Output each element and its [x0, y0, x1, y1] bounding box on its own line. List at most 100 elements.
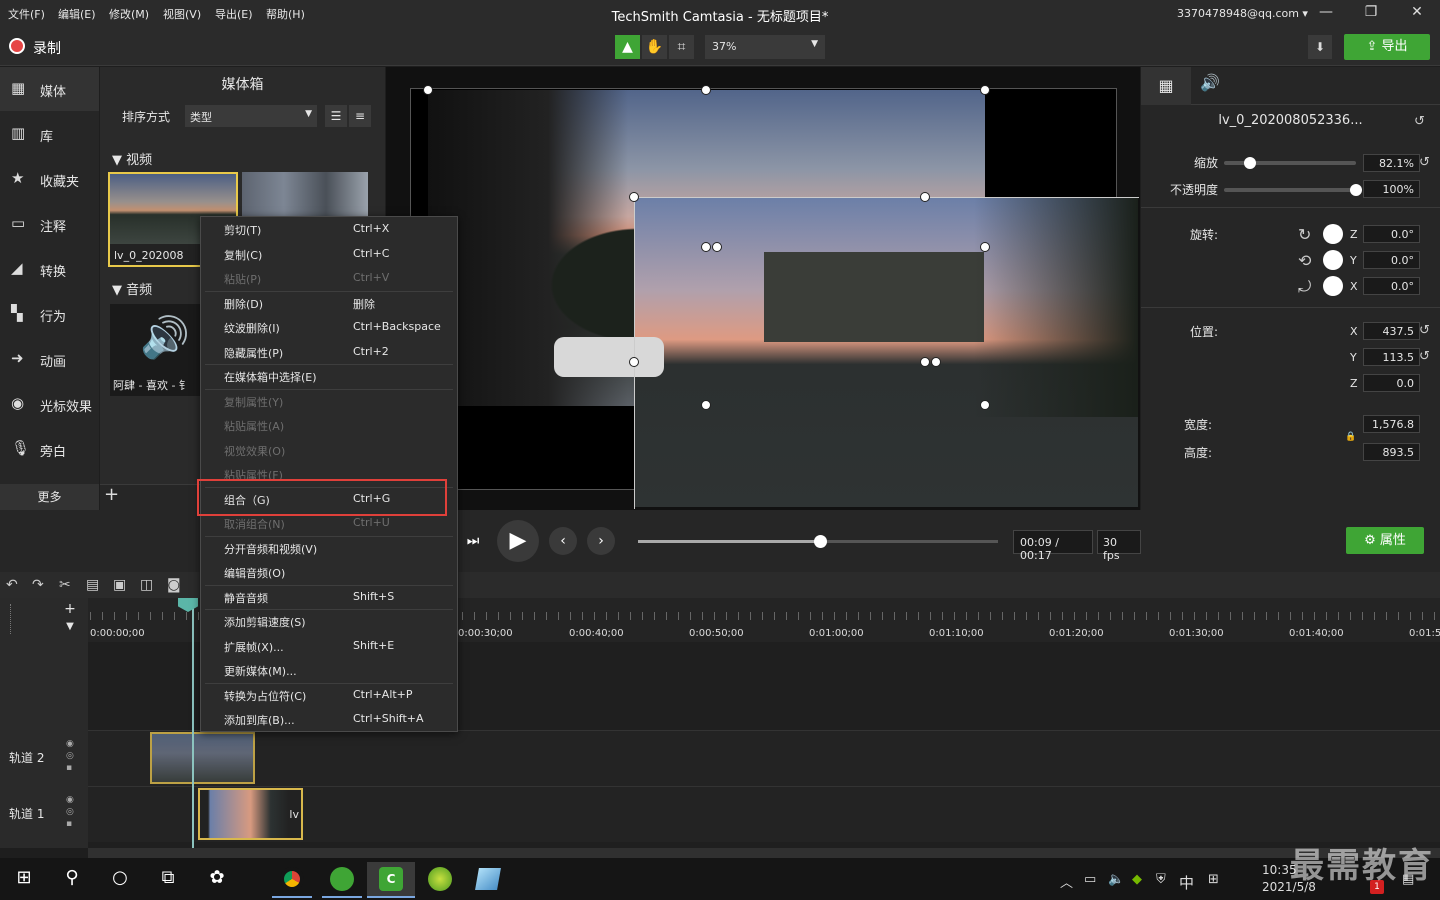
resize-handle[interactable] — [980, 242, 990, 252]
snapshot-icon[interactable]: ◙ — [167, 577, 181, 593]
timeline-scrollbar[interactable] — [88, 848, 1440, 858]
sidebar-item-media[interactable]: ▦ 媒体 — [0, 67, 99, 111]
context-menu-item[interactable]: 更新媒体(M)... — [201, 658, 457, 682]
app-icon[interactable] — [420, 862, 460, 898]
fps-display[interactable]: 30 fps — [1097, 530, 1141, 562]
nvidia-icon[interactable]: ◆ — [1132, 872, 1142, 887]
record-icon[interactable] — [9, 38, 25, 54]
export-button[interactable]: ⇪ 导出 — [1344, 34, 1430, 60]
search-icon[interactable]: ⚲ — [58, 867, 86, 888]
height-input[interactable]: 893.5 — [1363, 443, 1420, 461]
paste-icon[interactable]: ▣ — [113, 577, 126, 593]
close-button[interactable]: ✕ — [1407, 4, 1427, 24]
more-button[interactable]: 更多 — [0, 484, 99, 510]
opacity-slider-knob[interactable] — [1350, 184, 1362, 196]
audio-properties-icon[interactable]: 🔊 — [1200, 73, 1220, 92]
reset-icon[interactable]: ↺ — [1419, 323, 1430, 338]
video-section-header[interactable]: ▼ 视频 — [112, 149, 152, 168]
app-icon[interactable] — [468, 862, 508, 898]
account-menu[interactable]: 3370478948@qq.com ▾ — [1177, 7, 1308, 20]
rotation-x-dial[interactable] — [1323, 276, 1343, 296]
rotation-y-input[interactable]: 0.0° — [1363, 251, 1420, 269]
scale-input[interactable]: 82.1% — [1363, 154, 1420, 172]
sidebar-item-animations[interactable]: ➜ 动画 — [0, 337, 99, 381]
context-menu-item[interactable]: 隐藏属性(P) Ctrl+2 — [201, 340, 457, 364]
step-forward-icon[interactable]: ⏭ — [459, 527, 487, 555]
context-menu-item[interactable]: 纹波删除(I) Ctrl+Backspace — [201, 315, 457, 339]
keyboard-icon[interactable]: ⊞ — [1208, 872, 1219, 887]
resize-handle[interactable] — [701, 85, 711, 95]
context-menu-item[interactable]: 剪切(T) Ctrl+X — [201, 217, 457, 241]
sidebar-item-transitions[interactable]: ◢ 转换 — [0, 247, 99, 291]
position-y-input[interactable]: 113.5 — [1363, 348, 1420, 366]
lock-icon[interactable]: 🔒 — [1345, 432, 1356, 442]
reset-icon[interactable]: ↺ — [1419, 349, 1430, 364]
rotation-x-input[interactable]: 0.0° — [1363, 277, 1420, 295]
app-icon[interactable]: ✿ — [203, 867, 231, 888]
sidebar-item-annotations[interactable]: ▭ 注释 — [0, 202, 99, 246]
cut-icon[interactable]: ✂ — [59, 577, 71, 593]
rotation-handle[interactable] — [712, 242, 722, 252]
minimize-button[interactable]: — — [1316, 4, 1336, 24]
opacity-slider[interactable] — [1224, 188, 1356, 192]
security-icon[interactable]: ⛨ — [1156, 872, 1166, 887]
sidebar-item-voice-narration[interactable]: 🎙 旁白 — [0, 427, 99, 471]
sort-order-icon[interactable]: ≡ — [349, 105, 371, 127]
resize-handle[interactable] — [701, 400, 711, 410]
resize-handle[interactable] — [423, 85, 433, 95]
chrome-icon[interactable] — [272, 862, 312, 898]
sidebar-item-behaviors[interactable]: ▚ 行为 — [0, 292, 99, 336]
context-menu-item[interactable]: 转换为占位符(C) Ctrl+Alt+P — [201, 683, 457, 707]
restore-button[interactable]: ❐ — [1361, 4, 1381, 24]
redo-icon[interactable]: ↷ — [32, 577, 44, 593]
rotation-handle[interactable] — [701, 242, 711, 252]
context-menu-item[interactable]: 删除(D) 删除 — [201, 291, 457, 315]
previous-icon[interactable]: ‹ — [549, 527, 577, 555]
volume-icon[interactable]: 🔈 — [1108, 872, 1124, 887]
eye-icon[interactable]: ◉ ◎ ▪ — [66, 794, 74, 830]
context-menu-item[interactable]: 静音音频 Shift+S — [201, 585, 457, 609]
resize-handle[interactable] — [980, 85, 990, 95]
copy-icon[interactable]: ▤ — [86, 577, 99, 593]
reset-icon[interactable]: ↺ — [1419, 155, 1430, 170]
add-icon[interactable]: + — [104, 484, 119, 505]
context-menu-item[interactable]: 添加剪辑速度(S) — [201, 609, 457, 633]
playhead[interactable] — [192, 598, 194, 848]
sidebar-item-cursor-effects[interactable]: ◉ 光标效果 — [0, 382, 99, 426]
add-track-icon[interactable]: + — [60, 601, 80, 617]
scrub-knob[interactable] — [814, 535, 827, 548]
next-icon[interactable]: › — [587, 527, 615, 555]
context-menu-item[interactable]: 复制(C) Ctrl+C — [201, 242, 457, 266]
chevron-down-icon[interactable]: ▼ — [60, 621, 80, 637]
split-icon[interactable]: ◫ — [140, 577, 153, 593]
select-tool-icon[interactable]: ▲ — [615, 35, 640, 59]
camtasia-icon[interactable]: C — [367, 862, 415, 898]
crop-tool-icon[interactable]: ⌗ — [669, 35, 694, 59]
download-icon[interactable]: ⬇ — [1308, 35, 1332, 59]
play-button[interactable]: ▶ — [497, 520, 539, 562]
cortana-icon[interactable]: ○ — [106, 867, 134, 888]
resize-handle[interactable] — [629, 192, 639, 202]
browser-icon[interactable] — [322, 862, 362, 898]
eye-icon[interactable]: ◉ ◎ ▪ — [66, 738, 74, 774]
sort-select[interactable]: 类型 ▼ — [185, 105, 317, 127]
rotation-handle[interactable] — [920, 357, 930, 367]
reset-icon[interactable]: ↺ — [1414, 114, 1425, 129]
undo-icon[interactable]: ↶ — [6, 577, 18, 593]
zoom-select[interactable]: 37% ▼ — [705, 35, 825, 59]
context-menu-item[interactable]: 在媒体箱中选择(E) — [201, 364, 457, 388]
resize-handle[interactable] — [980, 400, 990, 410]
audio-section-header[interactable]: ▼ 音频 — [112, 279, 152, 298]
visual-properties-icon[interactable]: ▦ — [1141, 67, 1191, 105]
record-button[interactable]: 录制 — [33, 38, 61, 58]
ime-indicator[interactable]: 中 — [1179, 872, 1194, 893]
position-x-input[interactable]: 437.5 — [1363, 322, 1420, 340]
position-z-input[interactable]: 0.0 — [1363, 374, 1420, 392]
sidebar-item-favorites[interactable]: ★ 收藏夹 — [0, 157, 99, 201]
resize-handle[interactable] — [920, 192, 930, 202]
rotation-z-input[interactable]: 0.0° — [1363, 225, 1420, 243]
rotation-y-dial[interactable] — [1323, 250, 1343, 270]
tray-chevron-icon[interactable]: ︿ — [1060, 872, 1073, 891]
timeline-clip-track1[interactable]: lv — [198, 788, 303, 840]
context-menu-item[interactable]: 分开音频和视频(V) — [201, 536, 457, 560]
